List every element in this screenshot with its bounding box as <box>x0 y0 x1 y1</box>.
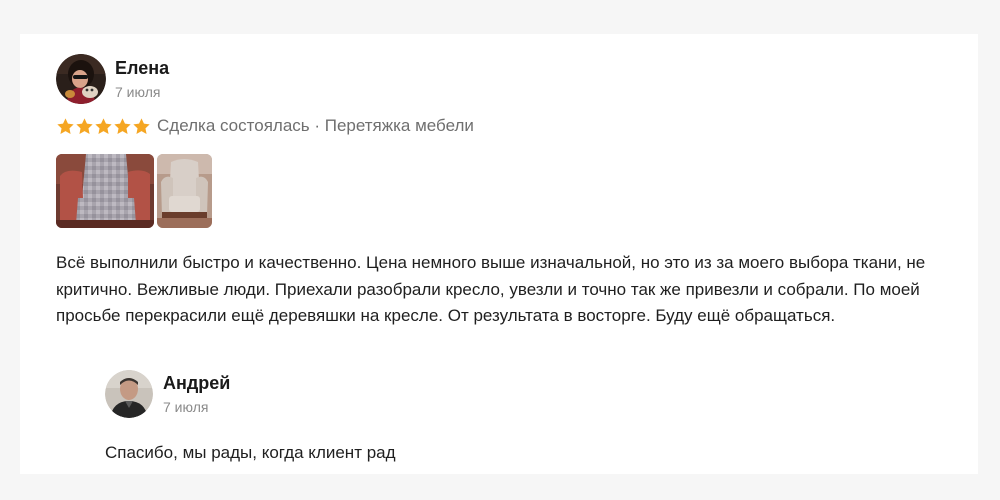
star-rating <box>56 115 151 137</box>
reply-author-row: Андрей 7 июля <box>105 370 865 426</box>
review-author-row: Елена 7 июля <box>56 54 956 110</box>
review-text: Всё выполнили быстро и качественно. Цена… <box>56 253 926 325</box>
deal-status-text: Сделка состоялась · Перетяжка мебели <box>157 116 474 135</box>
armchair-before-photo[interactable] <box>56 154 154 228</box>
replier-avatar[interactable] <box>105 370 153 418</box>
replier-name[interactable]: Андрей <box>163 373 230 394</box>
star-icon <box>76 117 93 134</box>
review: Елена 7 июля Сделка состоялась · Перетяж… <box>56 54 956 330</box>
star-icon <box>95 117 112 134</box>
review-date: 7 июля <box>115 84 161 100</box>
reviewer-avatar-image <box>56 54 106 104</box>
armchair-before-image <box>56 154 154 228</box>
review-photos <box>56 154 956 228</box>
reviewer-avatar[interactable] <box>56 54 106 104</box>
armchair-after-photo[interactable] <box>157 154 212 228</box>
reviewer-name[interactable]: Елена <box>115 58 169 79</box>
armchair-after-image <box>157 154 212 228</box>
star-icon <box>57 117 74 134</box>
replier-avatar-image <box>105 370 153 418</box>
owner-reply: Андрей 7 июля Спасибо, мы рады, когда кл… <box>105 370 865 463</box>
star-icon <box>114 117 131 134</box>
rating-row: Сделка состоялась · Перетяжка мебели <box>56 115 956 137</box>
reply-date: 7 июля <box>163 399 209 415</box>
review-card: Елена 7 июля Сделка состоялась · Перетяж… <box>20 34 978 474</box>
reply-text: Спасибо, мы рады, когда клиент рад <box>105 443 396 462</box>
star-icon <box>133 117 150 134</box>
